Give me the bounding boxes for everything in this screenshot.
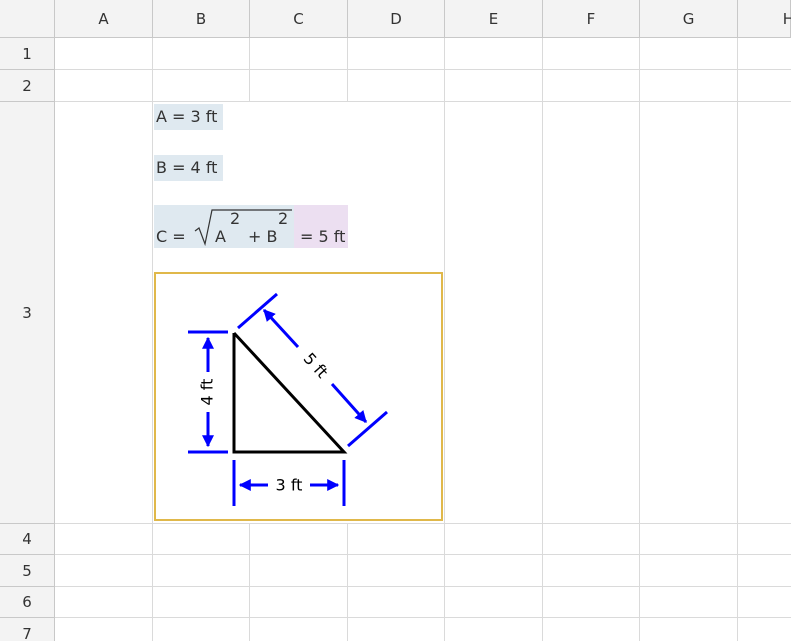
- side-bottom-label: 3 ft: [276, 476, 303, 495]
- formula-c-exp-a: 2: [230, 209, 241, 228]
- row-header-6[interactable]: 6: [0, 587, 55, 618]
- row-header-2[interactable]: 2: [0, 70, 55, 102]
- row-header-3[interactable]: 3: [0, 102, 55, 524]
- formula-a[interactable]: A = 3 ft: [156, 107, 217, 126]
- grid-line: [55, 554, 791, 555]
- column-header-h-label: H: [782, 9, 791, 28]
- formula-c-exp-b: 2: [278, 209, 289, 228]
- formula-c-term-a: A: [215, 227, 226, 246]
- column-header-b[interactable]: B: [153, 0, 250, 38]
- row-header-4[interactable]: 4: [0, 524, 55, 555]
- formula-b[interactable]: B = 4 ft: [156, 158, 217, 177]
- column-header-h[interactable]: H: [738, 0, 791, 38]
- row-header-1[interactable]: 1: [0, 38, 55, 70]
- right-triangle: [232, 331, 348, 454]
- grid-line: [639, 38, 640, 641]
- column-header-d[interactable]: D: [348, 0, 445, 38]
- hypotenuse-label: 5 ft: [300, 349, 332, 382]
- grid-line: [444, 38, 445, 641]
- row-header-7[interactable]: 7: [0, 618, 55, 641]
- grid-line: [55, 69, 791, 70]
- grid-line: [55, 617, 791, 618]
- select-all-corner[interactable]: [0, 0, 55, 38]
- grid-line: [55, 523, 791, 524]
- triangle-diagram: 4 ft 3 ft 5 ft: [188, 292, 388, 506]
- grid-line: [542, 38, 543, 641]
- row-header-5[interactable]: 5: [0, 555, 55, 587]
- grid-line: [737, 38, 738, 641]
- formula-c-prefix: C =: [156, 227, 186, 246]
- column-header-f[interactable]: F: [543, 0, 640, 38]
- column-header-c[interactable]: C: [250, 0, 348, 38]
- column-header-a[interactable]: A: [55, 0, 153, 38]
- column-header-e[interactable]: E: [445, 0, 543, 38]
- formula-c-term-b: + B: [248, 227, 278, 246]
- grid-line: [55, 586, 791, 587]
- side-left-label: 4 ft: [198, 379, 217, 406]
- formula-c-result: = 5 ft: [300, 227, 346, 246]
- column-header-g[interactable]: G: [640, 0, 738, 38]
- triangle-figure[interactable]: 4 ft 3 ft 5 ft: [154, 272, 443, 521]
